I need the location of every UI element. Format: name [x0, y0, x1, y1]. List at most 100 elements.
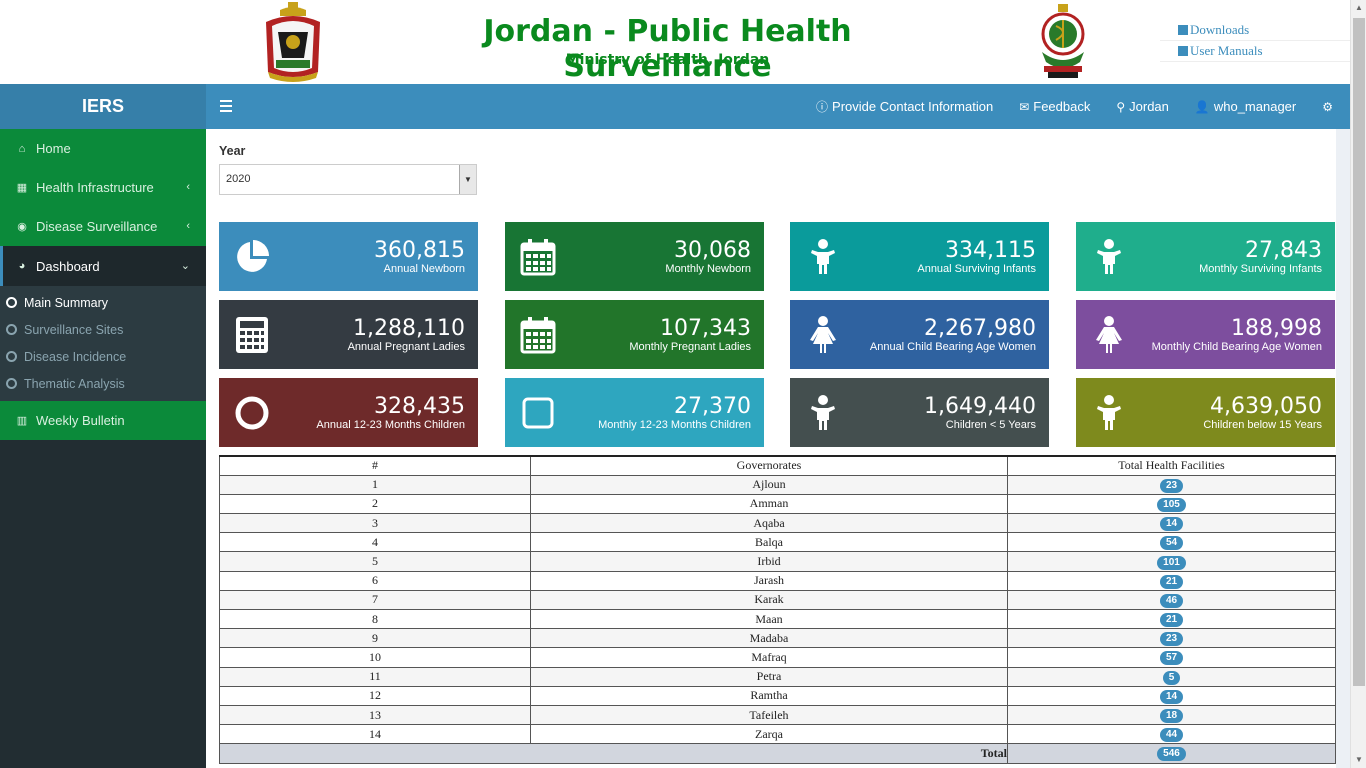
stat-tile: 328,435 Annual 12-23 Months Children [219, 378, 478, 447]
sidebar-item-home[interactable]: ⌂ Home [0, 129, 206, 168]
health-facilities-table: # Governorates Total Health Facilities 1… [219, 454, 1336, 764]
table-row: 5 Irbid 101 [219, 551, 1336, 572]
page-scrollbar[interactable]: ▲ ▼ [1350, 0, 1366, 768]
tile-value: 27,370 [674, 394, 751, 419]
row-number: 13 [219, 704, 531, 726]
row-number: 10 [219, 647, 531, 668]
grid-icon: ▦ [16, 182, 28, 194]
sidebar-item-dashboard[interactable]: ◕ Dashboard ⌄ [0, 246, 206, 286]
ministry-emblem-logo [1041, 4, 1085, 78]
user-manuals-link[interactable]: User Manuals [1160, 41, 1350, 62]
table-row: 13 Tafeileh 18 [219, 704, 1336, 726]
stat-tile: 30,068 Monthly Newborn [505, 222, 764, 291]
facility-count-badge: 23 [1159, 632, 1184, 647]
pie-chart-icon [233, 238, 271, 276]
tile-label: Annual 12-23 Months Children [316, 419, 465, 431]
governorate-name: Ramtha [530, 685, 1008, 706]
table-row: 12 Ramtha 14 [219, 685, 1336, 706]
table-row: 11 Petra 5 [219, 666, 1336, 687]
column-header-number: # [219, 454, 531, 476]
tile-label: Annual Child Bearing Age Women [869, 341, 1036, 353]
facility-count-badge: 105 [1157, 497, 1186, 512]
downloads-link[interactable]: Downloads [1160, 20, 1350, 41]
stat-tile: 1,649,440 Children < 5 Years [790, 378, 1049, 447]
child-icon [1090, 394, 1128, 432]
sidebar-item-disease-surveillance[interactable]: ◉ Disease Surveillance ‹ [0, 207, 206, 246]
facility-count-badge: 44 [1159, 728, 1184, 743]
tile-label: Monthly Newborn [665, 263, 751, 275]
facility-count-cell: 101 [1007, 551, 1336, 572]
governorate-name: Madaba [530, 628, 1008, 649]
nav-contact-info[interactable]: ⓘ Provide Contact Information [803, 84, 1006, 129]
submenu-thematic-analysis[interactable]: Thematic Analysis [0, 370, 206, 397]
governorate-name: Maan [530, 608, 1008, 630]
facility-count-badge: 23 [1159, 478, 1184, 493]
scroll-down-arrow-icon[interactable]: ▼ [1351, 752, 1366, 768]
submenu-surveillance-sites[interactable]: Surveillance Sites [0, 316, 206, 343]
governorate-name: Aqaba [530, 513, 1008, 534]
year-select[interactable]: 2020 ▼ [219, 164, 477, 195]
tile-label: Annual Newborn [383, 263, 465, 275]
tile-label: Children below 15 Years [1203, 419, 1322, 431]
bar-chart-icon: ▥ [16, 415, 28, 427]
row-number: 7 [219, 589, 531, 611]
table-total-row: Total 546 [219, 743, 1336, 764]
governorate-name: Tafeileh [530, 704, 1008, 726]
nav-user-account[interactable]: 👤 who_manager [1182, 84, 1309, 129]
child-icon [804, 238, 842, 276]
facility-count-badge: 18 [1159, 709, 1184, 724]
site-title: Jordan - Public Health Surveillance [483, 14, 852, 84]
submenu-main-summary[interactable]: Main Summary [0, 289, 206, 316]
top-navbar: ⓘ Provide Contact Information ✉ Feedback ⚲… [206, 84, 1350, 129]
chevron-down-icon: ⌄ [180, 260, 190, 272]
circle-icon [6, 297, 17, 308]
female-icon [1090, 316, 1128, 354]
governorate-name: Petra [530, 666, 1008, 687]
chevron-left-icon: ‹ [186, 220, 190, 232]
table-row: 9 Madaba 23 [219, 628, 1336, 649]
scroll-thumb[interactable] [1353, 18, 1365, 686]
sidebar-toggle-icon[interactable] [220, 100, 232, 112]
circle-icon [233, 394, 271, 432]
stat-tile: 2,267,980 Annual Child Bearing Age Women [790, 300, 1049, 369]
governorate-name: Mafraq [530, 647, 1008, 668]
facility-count-cell: 46 [1007, 589, 1336, 611]
user-icon: 👤 [1194, 99, 1210, 114]
calendar-icon [519, 238, 557, 276]
chevron-left-icon: ‹ [186, 181, 190, 193]
facility-count-badge: 14 [1159, 689, 1184, 704]
facility-count-badge: 46 [1159, 593, 1184, 608]
column-header-total-facilities: Total Health Facilities [1007, 454, 1336, 476]
facility-count-cell: 44 [1007, 724, 1336, 745]
facility-count-badge: 21 [1159, 574, 1184, 589]
submenu-disease-incidence[interactable]: Disease Incidence [0, 343, 206, 370]
facility-count-badge: 101 [1157, 555, 1186, 570]
table-row: 2 Amman 105 [219, 493, 1336, 515]
table-row: 3 Aqaba 14 [219, 513, 1336, 534]
tile-label: Children < 5 Years [945, 419, 1036, 431]
row-number: 1 [219, 474, 531, 495]
app-brand[interactable]: IERS [0, 84, 206, 129]
table-row: 6 Jarash 21 [219, 570, 1336, 591]
sidebar-item-weekly-bulletin[interactable]: ▥ Weekly Bulletin [0, 401, 206, 440]
facility-count-cell: 23 [1007, 628, 1336, 649]
governorate-name: Amman [530, 493, 1008, 515]
sidebar-item-health-infrastructure[interactable]: ▦ Health Infrastructure ‹ [0, 168, 206, 207]
nav-feedback[interactable]: ✉ Feedback [1006, 84, 1103, 129]
header-links: Downloads User Manuals [1160, 20, 1350, 62]
table-row: 4 Balqa 54 [219, 532, 1336, 553]
download-icon [1178, 25, 1188, 35]
circle-icon [6, 351, 17, 362]
chevron-down-icon[interactable]: ▼ [459, 165, 476, 194]
facility-count-badge: 54 [1159, 536, 1184, 551]
total-badge: 546 [1157, 747, 1186, 762]
nav-settings[interactable]: ⚙ [1309, 84, 1350, 129]
tile-value: 1,649,440 [924, 394, 1036, 419]
stat-tile: 360,815 Annual Newborn [219, 222, 478, 291]
total-value-cell: 546 [1007, 743, 1336, 764]
total-label: Total [219, 743, 1008, 764]
tile-label: Annual Surviving Infants [917, 263, 1036, 275]
governorate-name: Zarqa [530, 724, 1008, 745]
scroll-up-arrow-icon[interactable]: ▲ [1351, 0, 1366, 16]
nav-location[interactable]: ⚲ Jordan [1103, 84, 1182, 129]
